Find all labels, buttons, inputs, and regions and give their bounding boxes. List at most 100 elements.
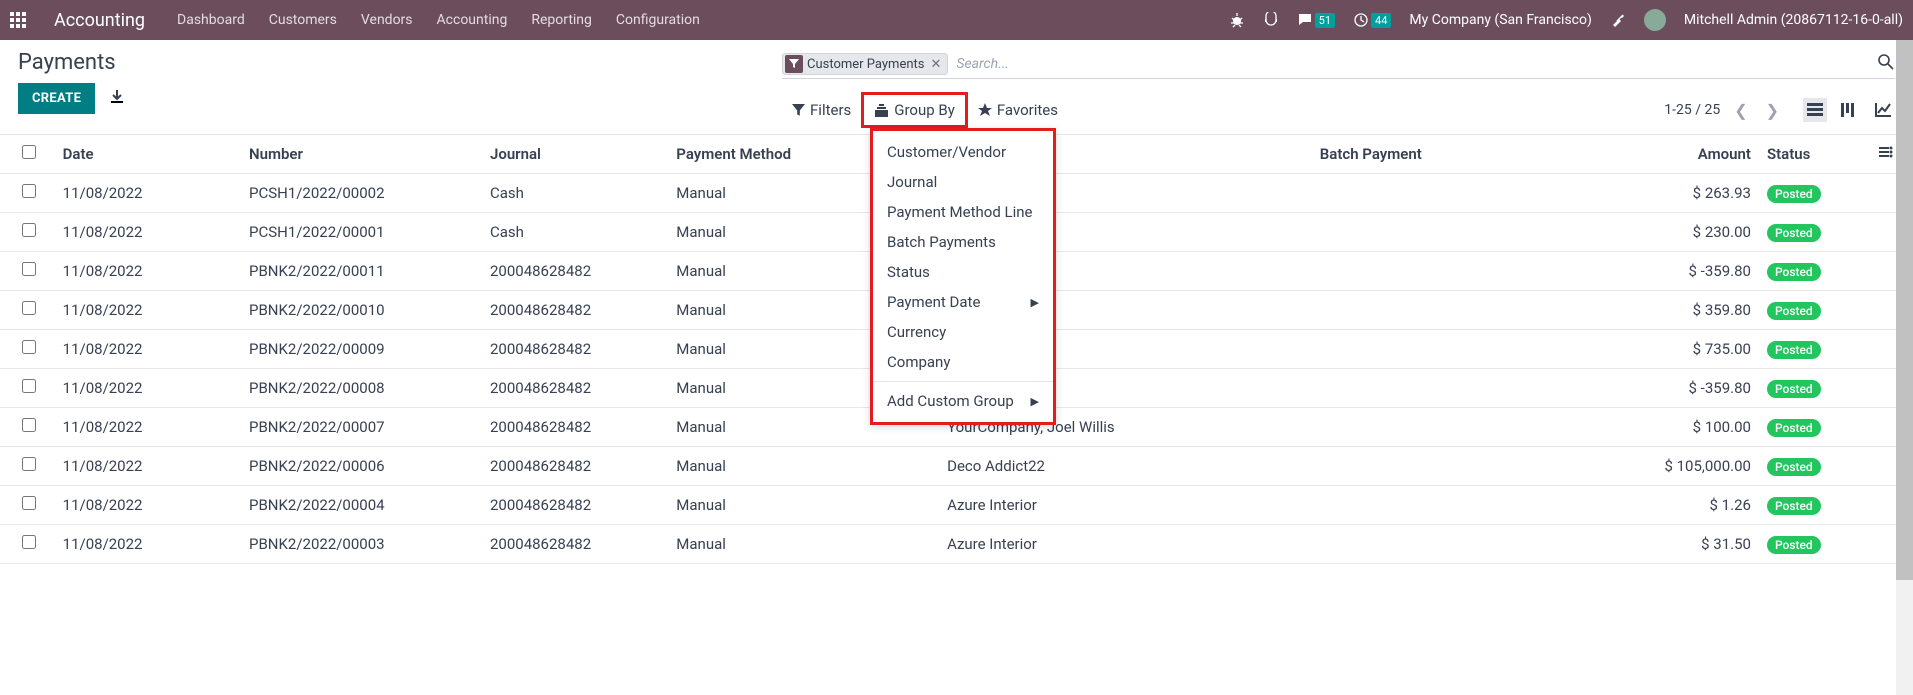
cell-number: PBNK2/2022/00008: [241, 369, 482, 408]
cell-batch: [1312, 330, 1610, 369]
cell-date: 11/08/2022: [55, 252, 241, 291]
nav-accounting[interactable]: Accounting: [437, 12, 508, 28]
row-checkbox[interactable]: [22, 535, 36, 549]
cell-amount: $ -359.80: [1610, 252, 1759, 291]
group-by-add-custom[interactable]: Add Custom Group ▶: [873, 386, 1053, 416]
view-switcher: [1803, 98, 1895, 122]
view-graph-icon[interactable]: [1871, 98, 1895, 122]
group-by-item-label: Currency: [887, 323, 946, 341]
favorites-button[interactable]: Favorites: [968, 95, 1068, 125]
row-checkbox[interactable]: [22, 379, 36, 393]
search-box[interactable]: Customer Payments ✕: [782, 50, 1895, 79]
group-by-item-customer-vendor[interactable]: Customer/Vendor: [873, 137, 1053, 167]
group-by-item-payment-method-line[interactable]: Payment Method Line: [873, 197, 1053, 227]
col-status[interactable]: Status: [1759, 135, 1858, 174]
select-all-checkbox[interactable]: [22, 145, 36, 159]
topbar: Accounting Dashboard Customers Vendors A…: [0, 0, 1913, 40]
chevron-right-icon: ▶: [1031, 395, 1039, 408]
app-name[interactable]: Accounting: [54, 10, 145, 31]
create-button[interactable]: CREATE: [18, 83, 95, 114]
cell-date: 11/08/2022: [55, 447, 241, 486]
cell-batch: [1312, 291, 1610, 330]
group-by-item-label: Batch Payments: [887, 233, 996, 251]
row-checkbox[interactable]: [22, 184, 36, 198]
clock-icon: [1353, 12, 1369, 28]
cell-batch: [1312, 174, 1610, 213]
col-date[interactable]: Date: [55, 135, 241, 174]
pager-next[interactable]: ❯: [1762, 97, 1783, 124]
bug-icon[interactable]: [1229, 12, 1245, 28]
col-amount[interactable]: Amount: [1610, 135, 1759, 174]
col-journal[interactable]: Journal: [482, 135, 668, 174]
search-icon[interactable]: [1877, 53, 1895, 75]
nav-dashboard[interactable]: Dashboard: [177, 12, 245, 28]
cell-date: 11/08/2022: [55, 291, 241, 330]
pager-prev[interactable]: ❮: [1730, 97, 1751, 124]
status-badge: Posted: [1767, 419, 1821, 437]
row-checkbox[interactable]: [22, 262, 36, 276]
view-list-icon[interactable]: [1803, 98, 1827, 122]
table-row[interactable]: 11/08/2022PBNK2/2022/00006200048628482Ma…: [0, 447, 1913, 486]
messages-button[interactable]: 51: [1297, 12, 1335, 28]
cell-journal: Cash: [482, 174, 668, 213]
search-input[interactable]: [956, 56, 1877, 72]
group-by-item-company[interactable]: Company: [873, 347, 1053, 377]
cell-journal: 200048628482: [482, 369, 668, 408]
col-number[interactable]: Number: [241, 135, 482, 174]
nav-reporting[interactable]: Reporting: [531, 12, 592, 28]
cell-batch: [1312, 525, 1610, 564]
cell-method: Manual: [668, 525, 939, 564]
apps-icon[interactable]: [10, 12, 26, 28]
group-by-item-label: Payment Date: [887, 293, 980, 311]
activities-badge: 44: [1371, 13, 1391, 28]
cell-partner: Deco Addict22: [939, 447, 1312, 486]
group-by-item-journal[interactable]: Journal: [873, 167, 1053, 197]
col-batch[interactable]: Batch Payment: [1312, 135, 1610, 174]
cell-batch: [1312, 408, 1610, 447]
group-by-item-label: Customer/Vendor: [887, 143, 1006, 161]
view-kanban-icon[interactable]: [1837, 98, 1861, 122]
cell-amount: $ 735.00: [1610, 330, 1759, 369]
table-row[interactable]: 11/08/2022PBNK2/2022/00003200048628482Ma…: [0, 525, 1913, 564]
nav-configuration[interactable]: Configuration: [616, 12, 700, 28]
cell-amount: $ 230.00: [1610, 213, 1759, 252]
row-checkbox[interactable]: [22, 223, 36, 237]
group-by-label: Group By: [894, 101, 955, 119]
cell-date: 11/08/2022: [55, 408, 241, 447]
chat-icon: [1297, 12, 1313, 28]
group-by-item-status[interactable]: Status: [873, 257, 1053, 287]
table-row[interactable]: 11/08/2022PBNK2/2022/00004200048628482Ma…: [0, 486, 1913, 525]
status-badge: Posted: [1767, 341, 1821, 359]
cell-date: 11/08/2022: [55, 525, 241, 564]
group-by-item-currency[interactable]: Currency: [873, 317, 1053, 347]
nav-customers[interactable]: Customers: [269, 12, 337, 28]
tools-icon[interactable]: [1610, 12, 1626, 28]
cell-journal: 200048628482: [482, 330, 668, 369]
row-checkbox[interactable]: [22, 340, 36, 354]
pager: 1-25 / 25 ❮ ❯: [1664, 97, 1783, 124]
row-checkbox[interactable]: [22, 457, 36, 471]
download-icon[interactable]: [109, 88, 125, 109]
avatar[interactable]: [1644, 9, 1666, 31]
cell-method: Manual: [668, 447, 939, 486]
row-checkbox[interactable]: [22, 301, 36, 315]
group-by-button[interactable]: Group By: [861, 92, 968, 128]
group-by-item-payment-date[interactable]: Payment Date▶: [873, 287, 1053, 317]
group-by-item-label: Payment Method Line: [887, 203, 1032, 221]
row-checkbox[interactable]: [22, 496, 36, 510]
pager-text[interactable]: 1-25 / 25: [1664, 102, 1720, 118]
activities-button[interactable]: 44: [1353, 12, 1391, 28]
cell-number: PBNK2/2022/00011: [241, 252, 482, 291]
support-icon[interactable]: [1263, 12, 1279, 28]
row-checkbox[interactable]: [22, 418, 36, 432]
add-custom-group-label: Add Custom Group: [887, 392, 1014, 410]
company-selector[interactable]: My Company (San Francisco): [1409, 12, 1591, 28]
status-badge: Posted: [1767, 536, 1821, 554]
filter-tag-remove[interactable]: ✕: [929, 57, 944, 72]
scrollbar[interactable]: [1896, 40, 1913, 695]
filters-button[interactable]: Filters: [782, 95, 861, 125]
group-by-item-batch-payments[interactable]: Batch Payments: [873, 227, 1053, 257]
nav-vendors[interactable]: Vendors: [361, 12, 413, 28]
user-menu[interactable]: Mitchell Admin (20867112-16-0-all): [1684, 12, 1903, 28]
cell-number: PBNK2/2022/00006: [241, 447, 482, 486]
